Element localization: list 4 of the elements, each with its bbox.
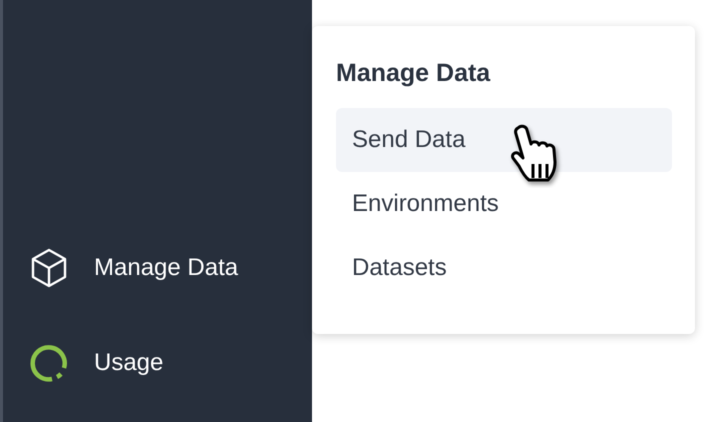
sidebar-item[interactable]: Manage Data: [94, 250, 238, 286]
menu-title: Manage Data: [336, 58, 492, 89]
menu-item[interactable]: Send Data: [336, 108, 672, 172]
sidebar-item[interactable]: Usage: [94, 344, 164, 380]
